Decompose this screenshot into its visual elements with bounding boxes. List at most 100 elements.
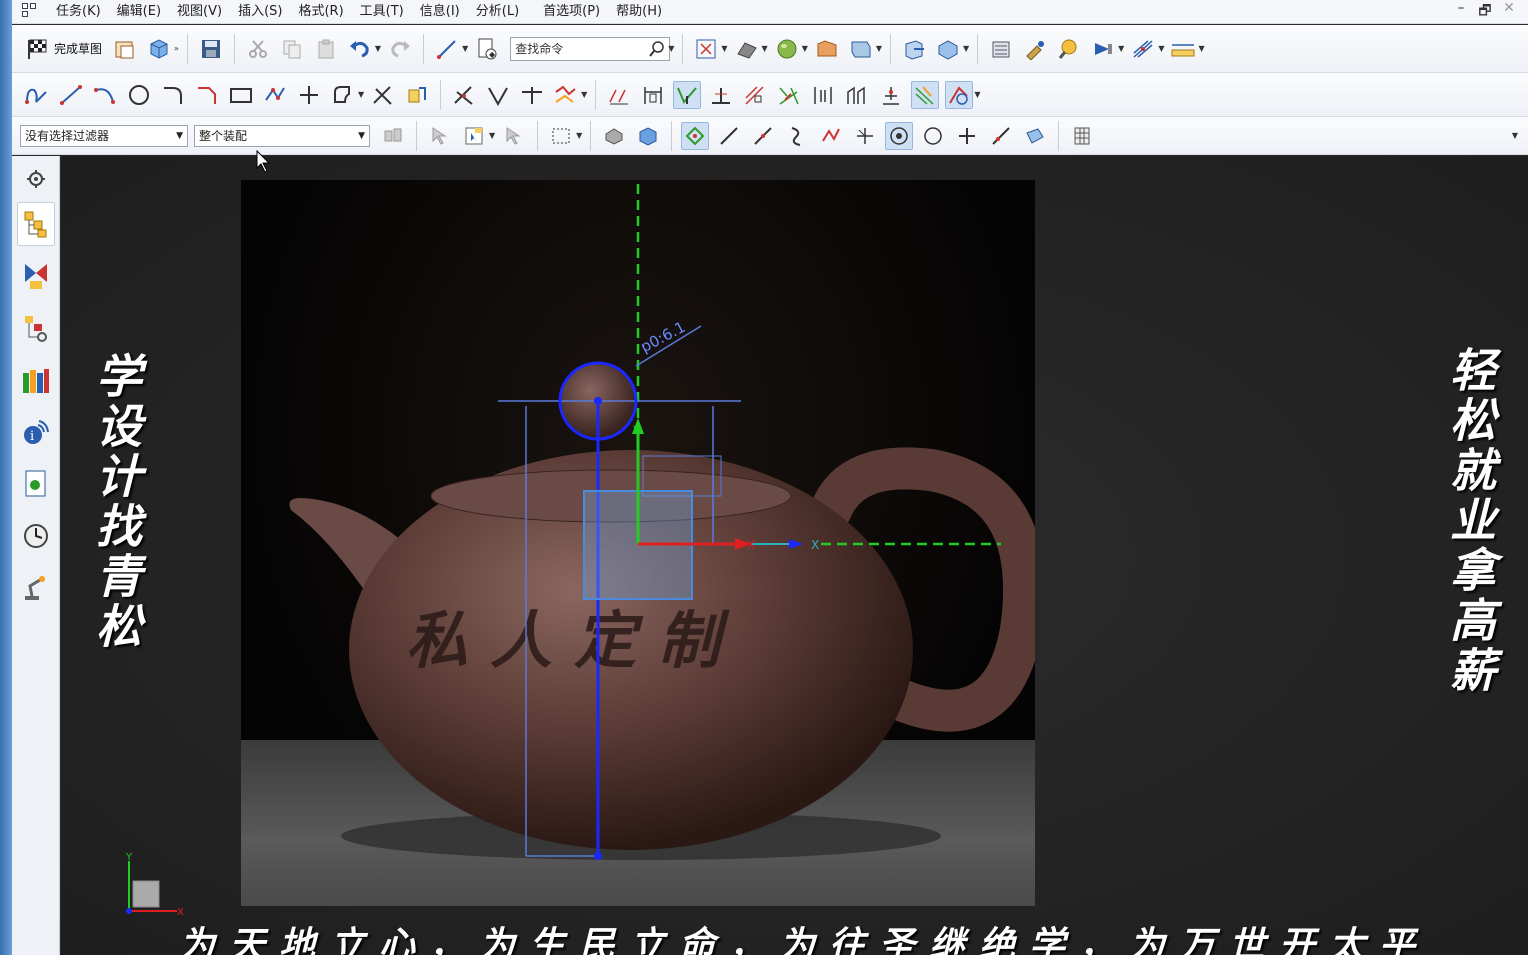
- linear-dimension-button[interactable]: [639, 81, 667, 109]
- menu-insert[interactable]: 插入(S): [230, 0, 290, 24]
- point-button[interactable]: [295, 81, 323, 109]
- continuous-auto-dimension-button[interactable]: [945, 80, 974, 109]
- select-solid-button[interactable]: [634, 122, 662, 150]
- tangent-button[interactable]: [741, 81, 769, 109]
- render-style-button[interactable]: [733, 35, 761, 63]
- snap-on-curve-button[interactable]: [783, 122, 811, 150]
- sketch-endpoint[interactable]: [594, 852, 602, 860]
- ruler-dropdown-icon[interactable]: ▼: [1198, 44, 1204, 53]
- trim-recipe-button[interactable]: [450, 81, 478, 109]
- snap-point-on-curve-button[interactable]: [987, 122, 1015, 150]
- more-chevron-icon[interactable]: »: [174, 44, 179, 53]
- feature-dropdown-icon[interactable]: ▼: [963, 44, 969, 53]
- snap-midpoint-button[interactable]: [749, 122, 777, 150]
- orient-view-button[interactable]: [145, 35, 173, 63]
- view-triad[interactable]: Y X: [117, 851, 187, 921]
- deselect-button[interactable]: [500, 122, 528, 150]
- part-navigator-tab[interactable]: [16, 202, 55, 246]
- snap-arc-center-button[interactable]: [885, 121, 914, 150]
- ruler-button[interactable]: [1169, 35, 1197, 63]
- play-dropdown-icon[interactable]: ▼: [1118, 44, 1124, 53]
- part-navigator-button[interactable]: [987, 35, 1015, 63]
- search-icon[interactable]: [649, 40, 665, 57]
- line-dropdown-icon[interactable]: ▼: [462, 44, 468, 53]
- menu-analysis[interactable]: 分析(L): [468, 0, 527, 24]
- redo-button[interactable]: [386, 35, 414, 63]
- snap-existing-point-button[interactable]: [953, 122, 981, 150]
- menu-format[interactable]: 格式(R): [290, 0, 351, 24]
- resource-bar-settings[interactable]: [17, 164, 55, 194]
- select-body-button[interactable]: [600, 122, 628, 150]
- graphics-window[interactable]: 私人定制 X X Y p0:6.1 学设计找青松 轻松就业拿高薪 为天地立心，为…: [61, 156, 1528, 955]
- select-feature-button[interactable]: [426, 122, 454, 150]
- geometric-constraint-button[interactable]: [673, 80, 702, 109]
- mirror-dropdown-icon[interactable]: ▼: [581, 90, 587, 99]
- menu-tools[interactable]: 工具(T): [352, 0, 412, 24]
- analyze-button[interactable]: [1055, 35, 1083, 63]
- menu-info[interactable]: 信息(I): [412, 0, 468, 24]
- background-dropdown-icon[interactable]: ▼: [802, 44, 808, 53]
- menu-help[interactable]: 帮助(H): [608, 0, 670, 24]
- rectangle-button[interactable]: [227, 81, 255, 109]
- snap-dropdown-icon[interactable]: ▼: [1158, 44, 1164, 53]
- assembly-navigator-tab[interactable]: [17, 254, 55, 298]
- mirror-button[interactable]: [552, 81, 580, 109]
- reuse-library-tab[interactable]: [17, 358, 55, 402]
- command-search-input[interactable]: 查找命令: [510, 36, 671, 61]
- undo-dropdown-icon[interactable]: ▼: [375, 44, 381, 53]
- extrude-button[interactable]: [900, 35, 928, 63]
- app-menu-icon[interactable]: [22, 2, 42, 21]
- sketch-circle-center[interactable]: [594, 397, 602, 405]
- snap-grid-button[interactable]: [1129, 35, 1157, 63]
- show-constraints-button[interactable]: [775, 81, 803, 109]
- snap-perpendicular-button[interactable]: [851, 122, 879, 150]
- restore-icon[interactable]: 🗗: [1478, 0, 1492, 24]
- marquee-dropdown-icon[interactable]: ▼: [576, 131, 582, 140]
- finish-sketch-button[interactable]: 完成草图: [20, 34, 108, 64]
- search-dropdown-icon[interactable]: ▼: [668, 44, 674, 53]
- line-tool-button[interactable]: [433, 35, 461, 63]
- spline-dropdown-icon[interactable]: ▼: [358, 90, 364, 99]
- fit-view-button[interactable]: [692, 35, 720, 63]
- section-view-button[interactable]: [847, 35, 875, 63]
- constraint-navigator-tab[interactable]: [17, 306, 55, 350]
- create-inferred-button[interactable]: [911, 80, 940, 109]
- fillet-button[interactable]: [159, 81, 187, 109]
- paste-button[interactable]: [312, 35, 340, 63]
- grid-button[interactable]: [1068, 122, 1096, 150]
- rectangle-select-button[interactable]: [547, 122, 575, 150]
- alternate-solution-button[interactable]: [843, 81, 871, 109]
- command-finder-button[interactable]: ◆: [473, 35, 501, 63]
- snap-quadrant-button[interactable]: [919, 122, 947, 150]
- play-button[interactable]: [1089, 35, 1117, 63]
- close-icon[interactable]: ✕: [1502, 0, 1516, 24]
- studio-spline-button[interactable]: [329, 81, 357, 109]
- toolbar-overflow-icon[interactable]: ▼: [1512, 131, 1518, 140]
- feature-button[interactable]: [934, 35, 962, 63]
- snap-control-point-button[interactable]: [681, 121, 710, 150]
- layer-button[interactable]: [813, 35, 841, 63]
- menu-preferences[interactable]: 首选项(P): [535, 0, 608, 24]
- arc-button[interactable]: [91, 81, 119, 109]
- menu-edit[interactable]: 编辑(E): [109, 0, 169, 24]
- snap-endpoint-button[interactable]: [715, 122, 743, 150]
- background-button[interactable]: [773, 35, 801, 63]
- extend-button[interactable]: [484, 81, 512, 109]
- chamfer-button[interactable]: [193, 81, 221, 109]
- sketch-name-button[interactable]: [111, 35, 139, 63]
- cut-button[interactable]: [244, 35, 272, 63]
- selection-scope-select[interactable]: 整个装配 ▼: [194, 124, 370, 147]
- web-browser-tab[interactable]: [17, 462, 55, 506]
- save-button[interactable]: [197, 35, 225, 63]
- auto-dimension-dropdown-icon[interactable]: ▼: [974, 90, 980, 99]
- horizontal-button[interactable]: [809, 81, 837, 109]
- selection-filter-select[interactable]: 没有选择过滤器 ▼: [20, 124, 188, 147]
- circle-button[interactable]: [125, 81, 153, 109]
- minimize-icon[interactable]: –: [1454, 0, 1468, 24]
- quick-trim-button[interactable]: [369, 81, 397, 109]
- system-materials-tab[interactable]: i: [17, 410, 55, 454]
- select-object-button[interactable]: [460, 122, 488, 150]
- snap-point-on-face-button[interactable]: [1021, 122, 1049, 150]
- measure-button[interactable]: [1021, 35, 1049, 63]
- snap-intersection-button[interactable]: [817, 122, 845, 150]
